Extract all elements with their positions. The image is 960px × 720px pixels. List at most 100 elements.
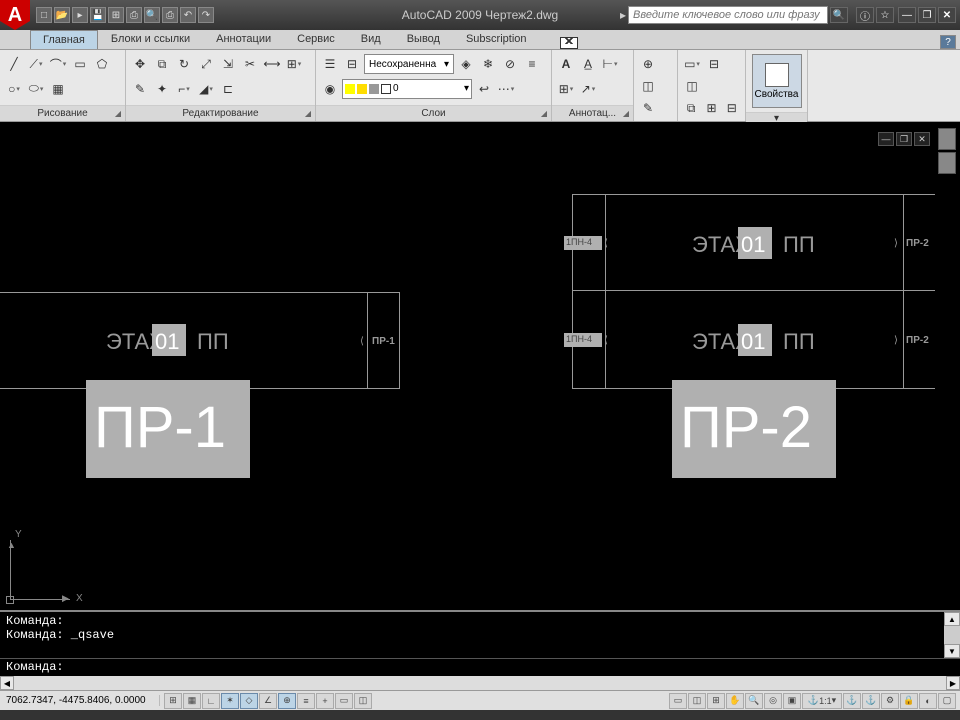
vp2-icon[interactable]: ⊞ [702,98,720,118]
qv-drawings-icon[interactable]: ⊞ [707,693,725,709]
offset-icon[interactable]: ⊏ [218,79,238,99]
qv-layouts-icon[interactable]: ◫ [688,693,706,709]
redo-icon[interactable]: ↷ [198,7,214,23]
tab-subscription[interactable]: Subscription [453,29,540,49]
ellipse-icon[interactable]: ⬭ [26,79,46,99]
erase-icon[interactable]: ✎ [130,79,150,99]
circle-icon[interactable]: ○ [4,79,24,99]
open-icon[interactable]: 📂 [54,7,70,23]
preview-icon[interactable]: 🔍 [144,7,160,23]
layer-prev-icon[interactable]: ↩ [474,79,494,99]
tab-home[interactable]: Главная [30,30,98,49]
layout-icon[interactable]: ◫ [354,693,372,709]
scale-icon[interactable]: ⤢ [196,54,216,74]
vp3-icon[interactable]: ⊟ [723,98,741,118]
save-icon[interactable]: 💾 [90,7,106,23]
layer-state-combo[interactable]: Несохраненна▾ [364,54,454,74]
close-button[interactable]: ✕ [938,7,956,23]
scroll-track[interactable] [944,626,960,644]
text-icon[interactable]: A [556,54,576,74]
layer-props-icon[interactable]: ☰ [320,54,340,74]
snap-icon[interactable]: ⊞ [164,693,182,709]
move-icon[interactable]: ✥ [130,54,150,74]
toolbar-lock-icon[interactable]: 🔒 [900,693,918,709]
cmd-hscroll[interactable]: ◀ ▶ [0,676,960,690]
insert-icon[interactable]: ⊕ [638,54,658,74]
annovis-icon[interactable]: ⚓ [843,693,861,709]
trim-icon[interactable]: ✂ [240,54,260,74]
polygon-icon[interactable]: ⬠ [92,54,112,74]
layer-match-icon[interactable]: ≡ [522,54,542,74]
layer-combo[interactable]: 0 ▾ [342,79,472,99]
clean-screen-icon[interactable]: ▢ [938,693,956,709]
osnap-icon[interactable]: ◇ [240,693,258,709]
stretch-icon[interactable]: ⇲ [218,54,238,74]
rect-icon[interactable]: ▭ [70,54,90,74]
mirror-icon[interactable]: ⟷ [262,54,282,74]
arc-icon[interactable]: ⌒ [48,54,68,74]
app-logo[interactable]: A [0,0,30,30]
polar-icon[interactable]: ✶ [221,693,239,709]
coords-display[interactable]: 7062.7347, -4475.8406, 0.0000 [0,695,160,706]
cascade-icon[interactable]: ⧉ [682,98,700,118]
layer-iso-icon[interactable]: ◈ [456,54,476,74]
rotate-icon[interactable]: ↻ [174,54,194,74]
scroll-left-icon[interactable]: ◀ [0,676,14,690]
minimize-button[interactable]: — [898,7,916,23]
search-go-icon[interactable]: 🔍 [830,7,848,23]
viewport-icon[interactable]: ▭ [682,54,702,74]
layer-states-icon[interactable]: ⊟ [342,54,362,74]
annoauto-icon[interactable]: ⚓ [862,693,880,709]
tab-blocks[interactable]: Блоки и ссылки [98,29,203,49]
star-icon[interactable]: ☆ [876,7,894,23]
leader-icon[interactable]: ↗ [578,79,598,99]
hscroll-track[interactable] [14,676,946,690]
hw-accel-icon[interactable]: ◐ [919,693,937,709]
tab-annotations[interactable]: Аннотации [203,29,284,49]
create-icon[interactable]: ◫ [638,76,658,96]
properties-button[interactable]: Свойства [752,54,802,108]
edit-block-icon[interactable]: ✎ [638,98,658,118]
ortho-icon[interactable]: ∟ [202,693,220,709]
maximize-button[interactable]: ❐ [918,7,936,23]
table-icon[interactable]: ⊞ [556,79,576,99]
otrack-icon[interactable]: ∠ [259,693,277,709]
dyn-icon[interactable]: ⊕ [278,693,296,709]
ws-icon[interactable]: ⚙ [881,693,899,709]
annoscale-combo[interactable]: ⚓1:1▾ [802,693,842,709]
chamfer-icon[interactable]: ◢ [196,79,216,99]
wheel-icon[interactable]: ◎ [764,693,782,709]
scroll-down-icon[interactable]: ▼ [944,644,960,658]
layer-manager-icon[interactable]: ◉ [320,79,340,99]
line-icon[interactable]: ╱ [4,54,24,74]
polyline-icon[interactable]: ⟋ [26,54,46,74]
grid-icon[interactable]: ▦ [183,693,201,709]
tab-service[interactable]: Сервис [284,29,348,49]
explode-icon[interactable]: ✦ [152,79,172,99]
plot-icon[interactable]: ⎙ [126,7,142,23]
model-icon[interactable]: ▭ [335,693,353,709]
layer-off-icon[interactable]: ⊘ [500,54,520,74]
drawing-area[interactable]: — ❐ ✕ ЭТАЖ 01 ПП ПР-1 ⟨ ПР-1 1ПН-4 ⟨ ЭТА… [0,122,960,610]
zoom-icon[interactable]: 🔍 [745,693,763,709]
array-icon[interactable]: ⊞ [284,54,304,74]
dim-icon[interactable]: ⊢ [600,54,620,74]
new-icon[interactable]: □ [36,7,52,23]
command-prompt[interactable]: Команда: [0,659,960,676]
canvas[interactable]: ЭТАЖ 01 ПП ПР-1 ⟨ ПР-1 1ПН-4 ⟨ ЭТАЖ 01 П… [0,122,960,610]
lwt-icon[interactable]: ≡ [297,693,315,709]
layer-more-icon[interactable]: ⋯ [496,79,516,99]
open2-icon[interactable]: ▸ [72,7,88,23]
saveall-icon[interactable]: ⊞ [108,7,124,23]
mtext-icon[interactable]: A̲ [578,54,598,74]
search-input[interactable] [628,6,828,24]
info-icon[interactable]: ⓘ [856,7,874,23]
showmotion-icon[interactable]: ▣ [783,693,801,709]
layer-freeze-icon[interactable]: ❄ [478,54,498,74]
pan-icon[interactable]: ✋ [726,693,744,709]
undo-icon[interactable]: ↶ [180,7,196,23]
model-toggle-icon[interactable]: ▭ [669,693,687,709]
tile-v-icon[interactable]: ◫ [682,76,702,96]
help-button[interactable]: ? [940,35,956,49]
tile-h-icon[interactable]: ⊟ [704,54,724,74]
